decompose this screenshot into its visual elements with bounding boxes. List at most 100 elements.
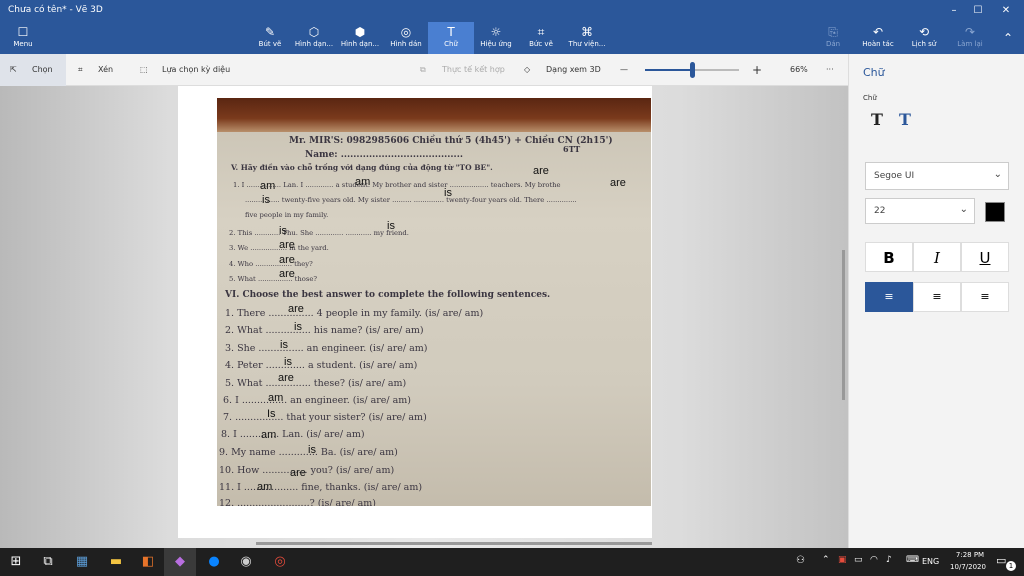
answer-text[interactable]: is: [284, 356, 292, 368]
maximize-button[interactable]: ☐: [964, 0, 992, 22]
align-center-icon: ≡: [932, 290, 942, 303]
horizontal-scrollbar[interactable]: [256, 542, 652, 545]
wifi-icon[interactable]: ◠: [870, 555, 878, 565]
zoom-in-button[interactable]: +: [752, 54, 762, 86]
tool-stickers[interactable]: ◎ Hình dán: [384, 22, 428, 54]
mixed-reality-button[interactable]: Thực tế kết hợp: [442, 54, 505, 86]
menu-label: Menu: [13, 40, 33, 48]
magic-select-icon: ⬚: [140, 65, 148, 74]
language-indicator[interactable]: ENG: [922, 557, 939, 566]
answer-text[interactable]: is: [294, 321, 302, 333]
answer-text[interactable]: is: [444, 187, 452, 199]
worksheet-photo[interactable]: Mr. MIR'S: 0982985606 Chiều thứ 5 (4h45'…: [217, 98, 651, 506]
zoom-out-button[interactable]: —: [620, 54, 628, 86]
italic-button[interactable]: I: [913, 242, 961, 272]
collapse-ribbon-icon[interactable]: ⌃: [996, 22, 1020, 54]
answer-text[interactable]: is: [387, 220, 395, 232]
redo-button[interactable]: ↷ Làm lại: [950, 22, 990, 54]
zoom-slider-track[interactable]: [645, 62, 739, 78]
answer-text[interactable]: are: [279, 254, 295, 266]
answer-text[interactable]: am: [257, 481, 272, 493]
text-3d-icon[interactable]: T: [899, 110, 911, 129]
table-surface: [217, 98, 651, 132]
answer-text[interactable]: are: [290, 467, 306, 479]
answer-text[interactable]: is: [308, 444, 316, 456]
calculator-icon[interactable]: ▦: [66, 548, 98, 576]
answer-text[interactable]: are: [610, 177, 626, 189]
keyboard-icon[interactable]: ⌨: [906, 555, 919, 565]
undo-button[interactable]: ↶ Hoàn tác: [858, 22, 898, 54]
align-center-button[interactable]: ≡: [913, 282, 961, 312]
close-button[interactable]: ✕: [992, 0, 1020, 22]
more-options-button[interactable]: ···: [826, 54, 834, 86]
align-right-button[interactable]: ≡: [961, 282, 1009, 312]
task-view-icon[interactable]: ⧉: [32, 548, 64, 576]
vertical-scrollbar[interactable]: [842, 250, 845, 400]
answer-text[interactable]: Is: [267, 408, 276, 420]
chevron-down-icon: ⌄: [993, 169, 1002, 180]
paint-3d-icon[interactable]: ◆: [164, 548, 196, 576]
section-v-heading: V. Hãy điền vào chỗ trống với dạng đúng …: [231, 163, 493, 172]
tool-3d-shapes[interactable]: ⬢ Hình dạn...: [338, 22, 382, 54]
tool-text[interactable]: T Chữ: [428, 22, 474, 54]
zoom-slider-thumb[interactable]: [690, 62, 695, 78]
answer-text[interactable]: am: [260, 180, 275, 192]
view-3d-button[interactable]: Dạng xem 3D: [546, 54, 601, 86]
tool-2d-shapes[interactable]: ⬡ Hình dạn...: [292, 22, 336, 54]
align-left-button[interactable]: ≡: [865, 282, 913, 312]
camera-icon[interactable]: ◉: [230, 548, 262, 576]
battery-icon[interactable]: ▭: [854, 555, 863, 565]
2d-shape-icon: ⬡: [308, 25, 320, 39]
worksheet-name-line: Name: ..................................…: [305, 150, 463, 160]
answer-text[interactable]: am: [261, 429, 276, 441]
tool-effects[interactable]: ☼ Hiệu ứng: [476, 22, 516, 54]
answer-text[interactable]: is: [280, 339, 288, 351]
worksheet-item: 7. ................ that your sister? (i…: [223, 412, 427, 423]
select-button[interactable]: Chọn: [32, 54, 53, 86]
notification-icon[interactable]: ▭: [996, 554, 1006, 567]
answer-text[interactable]: are: [278, 372, 294, 384]
answer-text[interactable]: am: [268, 392, 283, 404]
bold-button[interactable]: B: [865, 242, 913, 272]
history-button[interactable]: ⟲ Lịch sử: [904, 22, 944, 54]
section-vi-heading: VI. Choose the best answer to complete t…: [225, 290, 551, 300]
paste-button[interactable]: ⎘ Dán: [818, 22, 848, 54]
answer-text[interactable]: are: [279, 268, 295, 280]
windows-start-icon[interactable]: ⊞: [0, 548, 32, 576]
worksheet-item: 2. What ............... his name? (is/ a…: [225, 325, 424, 336]
ribbon: ☐ Menu ✎ Bút vẽ ⬡ Hình dạn... ⬢ Hình dạn...…: [0, 22, 1024, 54]
answer-text[interactable]: are: [288, 303, 304, 315]
zalo-icon[interactable]: ●: [198, 548, 230, 576]
answer-text[interactable]: is: [262, 194, 270, 206]
tray-expand-icon[interactable]: ⌃: [822, 555, 830, 565]
worksheet-item: 8. I ............. Lan. (is/ are/ am): [221, 429, 365, 440]
font-size-dropdown[interactable]: 22 ⌄: [865, 198, 975, 224]
crop-button[interactable]: Xén: [98, 54, 113, 86]
mixed-reality-icon: ⧉: [420, 65, 426, 74]
tool-3d-library[interactable]: ⌘ Thư viện...: [564, 22, 610, 54]
chrome-icon[interactable]: ◎: [264, 548, 296, 576]
people-icon[interactable]: ⚇: [796, 555, 805, 566]
answer-text[interactable]: is: [279, 225, 287, 237]
store-icon[interactable]: ◧: [132, 548, 164, 576]
answer-text[interactable]: am: [355, 176, 370, 188]
answer-text[interactable]: are: [533, 165, 549, 177]
menu-button[interactable]: ☐ Menu: [6, 22, 40, 54]
worksheet-item: 10. How ............... you? (is/ are/ a…: [219, 465, 395, 476]
answer-text[interactable]: are: [279, 239, 295, 251]
text-color-swatch[interactable]: [985, 202, 1005, 222]
clock-time[interactable]: 7:28 PM: [950, 551, 990, 559]
antivirus-icon[interactable]: ▣: [838, 555, 847, 565]
tool-canvas[interactable]: ⌗ Bức vẽ: [520, 22, 562, 54]
underline-button[interactable]: U: [961, 242, 1009, 272]
tool-label: Lịch sử: [911, 40, 937, 48]
font-family-dropdown[interactable]: Segoe UI ⌄: [865, 162, 1009, 190]
text-2d-icon[interactable]: T: [871, 110, 883, 129]
magic-select-button[interactable]: Lựa chọn kỳ diệu: [162, 54, 230, 86]
clock-date[interactable]: 10/7/2020: [946, 563, 990, 571]
volume-icon[interactable]: ♪: [886, 555, 892, 565]
worksheet-item: 6. I ............... an engineer. (is/ a…: [223, 395, 412, 406]
file-explorer-icon[interactable]: ▬: [100, 548, 132, 576]
secondary-toolbar: ⇱ Chọn ⌗ Xén ⬚ Lựa chọn kỳ diệu ⧉ Thực t…: [0, 54, 848, 86]
tool-brushes[interactable]: ✎ Bút vẽ: [252, 22, 288, 54]
